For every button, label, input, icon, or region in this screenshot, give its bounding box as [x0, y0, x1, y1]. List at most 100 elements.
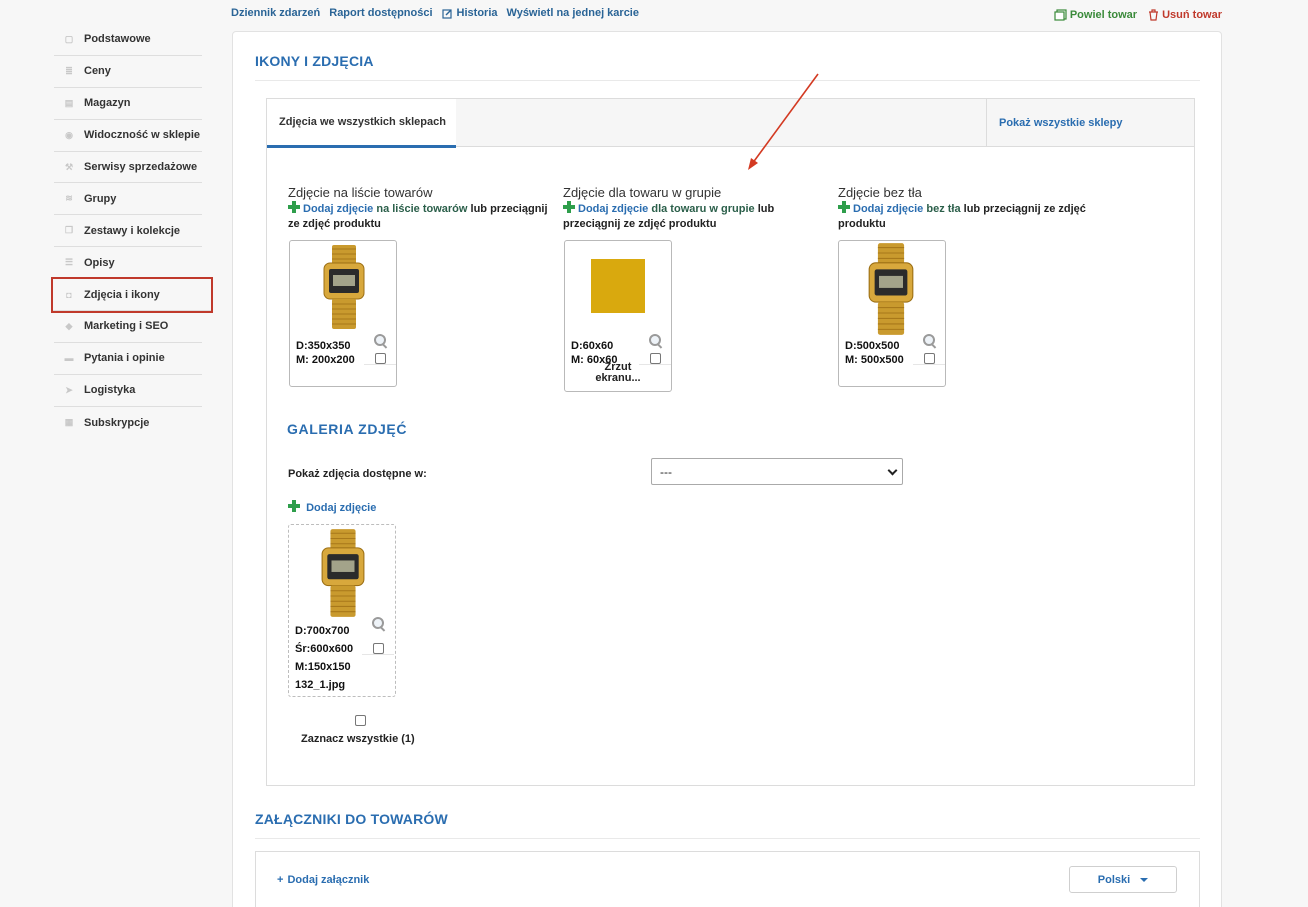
- dims-m: M:150x150: [295, 661, 351, 673]
- section-title-attachments: ZAŁĄCZNIKI DO TOWARÓW: [255, 811, 448, 827]
- no-bg-image-thumb[interactable]: D:500x500 M: 500x500: [838, 240, 946, 387]
- sidebar-item-label: Ceny: [84, 65, 111, 78]
- dims-sr: Śr:600x600: [295, 643, 354, 655]
- gallery-add-image-button[interactable]: Dodaj zdjęcie: [288, 500, 376, 514]
- gallery-image-dims: D:700x700 Śr:600x600 M:150x150 132_1.jpg: [295, 622, 353, 694]
- gallery-shop-select-value: ---: [660, 465, 672, 479]
- send-icon: ➤: [65, 384, 73, 395]
- sidebar-item-label: Serwisy sprzedażowe: [84, 161, 198, 173]
- sidebar-item-serwisy[interactable]: ⚒ Serwisy sprzedażowe: [54, 152, 202, 184]
- add-image-target: na liście towarów: [376, 203, 468, 215]
- group-image-column: Zdjęcie dla towaru w grupie Dodaj zdjęci…: [563, 185, 828, 232]
- availability-report-link[interactable]: Raport dostępności: [329, 7, 432, 19]
- gavel-icon: ⚒: [64, 161, 74, 172]
- add-image-target: dla towaru w grupie: [651, 203, 755, 215]
- single-card-link[interactable]: Wyświetl na jednej karcie: [507, 7, 639, 19]
- language-label: Polski: [1097, 873, 1131, 886]
- dims-d: D:700x700: [295, 625, 350, 637]
- sidebar-item-marketing[interactable]: ◆ Marketing i SEO: [54, 311, 202, 343]
- add-image-target: bez tła: [926, 203, 961, 215]
- language-dropdown-button[interactable]: Polski: [1069, 866, 1177, 893]
- sidebar-item-label: Subskrypcje: [84, 416, 150, 429]
- no-bg-image-checkbox[interactable]: [924, 353, 935, 364]
- event-log-link[interactable]: Dziennik zdarzeń: [231, 7, 320, 19]
- gallery-image-checkbox[interactable]: [373, 643, 384, 654]
- sidebar-item-label: Zestawy i kolekcje: [84, 224, 180, 237]
- sidebar-item-podstawowe[interactable]: ▢ Podstawowe: [54, 24, 202, 56]
- sidebar-item-magazyn[interactable]: ▤ Magazyn: [54, 88, 202, 120]
- chat-icon: ▬: [64, 353, 74, 364]
- top-actions: Powiel towar Usuń towar: [1054, 9, 1222, 21]
- history-link[interactable]: Historia: [441, 7, 498, 19]
- sidebar-item-logistyka[interactable]: ➤ Logistyka: [54, 375, 202, 407]
- no-bg-image-add-line: Dodaj zdjęcie bez tła lub przeciągnij ze…: [838, 201, 1103, 232]
- plus-icon: [288, 500, 300, 512]
- caret-down-icon: [1140, 877, 1149, 882]
- sidebar-item-zdjecia[interactable]: ◘ Zdjęcia i ikony: [51, 277, 213, 314]
- layers-icon: ≋: [65, 193, 73, 204]
- list-image-checkbox[interactable]: [375, 353, 386, 364]
- select-all-checkbox[interactable]: [355, 715, 366, 726]
- list-image-thumb[interactable]: D:350x350 M: 200x200: [289, 240, 397, 387]
- image-filename: 132_1.jpg: [295, 679, 346, 691]
- sidebar-item-grupy[interactable]: ≋ Grupy: [54, 183, 202, 216]
- no-bg-image-dims: D:500x500 M: 500x500: [845, 339, 904, 367]
- plus-icon: [563, 201, 575, 213]
- edit-icon: [441, 8, 452, 19]
- sidebar-item-zestawy[interactable]: ❐ Zestawy i kolekcje: [54, 215, 202, 248]
- images-tabs-panel: Zdjęcia we wszystkich sklepach Pokaż wsz…: [266, 98, 1195, 786]
- list-image-dims: D:350x350 M: 200x200: [296, 339, 355, 367]
- gallery-title: GALERIA ZDJĘĆ: [287, 421, 408, 437]
- add-image-link[interactable]: Dodaj zdjęcie: [303, 203, 373, 215]
- zoom-icon[interactable]: [372, 617, 386, 631]
- no-bg-image-column: Zdjęcie bez tła Dodaj zdjęcie bez tła lu…: [838, 185, 1103, 232]
- tabs-header: Zdjęcia we wszystkich sklepach Pokaż wsz…: [267, 99, 1194, 148]
- zoom-icon[interactable]: [923, 334, 937, 348]
- sidebar-item-ceny[interactable]: ≣ Ceny: [54, 56, 202, 88]
- sidebar-item-label: Zdjęcia i ikony: [84, 288, 160, 301]
- add-image-link[interactable]: Dodaj zdjęcie: [853, 203, 923, 215]
- tag-icon: ◆: [65, 320, 73, 331]
- calendar-icon: ▦: [64, 417, 74, 428]
- copy-product-label: Powiel towar: [1069, 9, 1138, 21]
- gallery-add-image-label: Dodaj zdjęcie: [306, 502, 377, 514]
- sidebar-item-pytania[interactable]: ▬ Pytania i opinie: [54, 343, 202, 375]
- dims-d: D:500x500: [845, 340, 900, 352]
- image-filename: Zrzut ekranu...: [595, 361, 641, 384]
- tab-show-all-shops[interactable]: Pokaż wszystkie sklepy: [986, 99, 1194, 147]
- sidebar-item-label: Podstawowe: [84, 33, 151, 46]
- group-image-heading: Zdjęcie dla towaru w grupie: [563, 185, 722, 200]
- sidebar-item-label: Magazyn: [84, 97, 131, 110]
- tab-all-shops-images[interactable]: Zdjęcia we wszystkich sklepach: [267, 99, 456, 148]
- plus-icon: [288, 201, 300, 213]
- zoom-icon[interactable]: [649, 334, 663, 348]
- warehouse-icon: ▤: [64, 97, 74, 108]
- sidebar-item-label: Widoczność w sklepie: [84, 129, 201, 142]
- section-title-icons: IKONY I ZDJĘCIA: [255, 53, 374, 69]
- group-image-thumb[interactable]: D:60x60 M: 60x60 Zrzut ekranu...: [564, 240, 672, 392]
- sidebar-item-label: Marketing i SEO: [84, 320, 169, 333]
- sidebar-item-opisy[interactable]: ☰ Opisy: [54, 247, 202, 280]
- gallery-shop-select[interactable]: ---: [651, 458, 903, 485]
- group-image-checkbox[interactable]: [650, 353, 661, 364]
- plus-icon: [838, 201, 850, 213]
- copy-product-button[interactable]: Powiel towar: [1054, 9, 1137, 21]
- gallery-image-item[interactable]: D:700x700 Śr:600x600 M:150x150 132_1.jpg: [288, 524, 396, 697]
- main-panel: IKONY I ZDJĘCIA Zdjęcia we wszystkich sk…: [232, 31, 1222, 907]
- sidebar-item-widocznosc[interactable]: ◉ Widoczność w sklepie: [54, 120, 202, 152]
- copy-icon: [1054, 9, 1067, 21]
- copy-icon: ❐: [64, 225, 74, 236]
- list-image-column: Zdjęcie na liście towarów Dodaj zdjęcie …: [288, 185, 553, 232]
- chevron-down-icon: [887, 465, 898, 476]
- sidebar-item-subskrypcje[interactable]: ▦ Subskrypcje: [54, 407, 202, 439]
- add-image-link[interactable]: Dodaj zdjęcie: [578, 203, 648, 215]
- delete-product-button[interactable]: Usuń towar: [1148, 9, 1222, 21]
- plus-icon: +: [277, 874, 284, 886]
- zoom-icon[interactable]: [374, 334, 388, 348]
- add-attachment-button[interactable]: + Dodaj załącznik: [277, 874, 369, 886]
- eye-icon: ◉: [65, 129, 73, 140]
- sidebar-item-label: Opisy: [84, 256, 115, 269]
- history-label: Historia: [456, 7, 498, 19]
- dims-d: D:60x60: [571, 340, 614, 352]
- price-icon: ≣: [65, 65, 73, 76]
